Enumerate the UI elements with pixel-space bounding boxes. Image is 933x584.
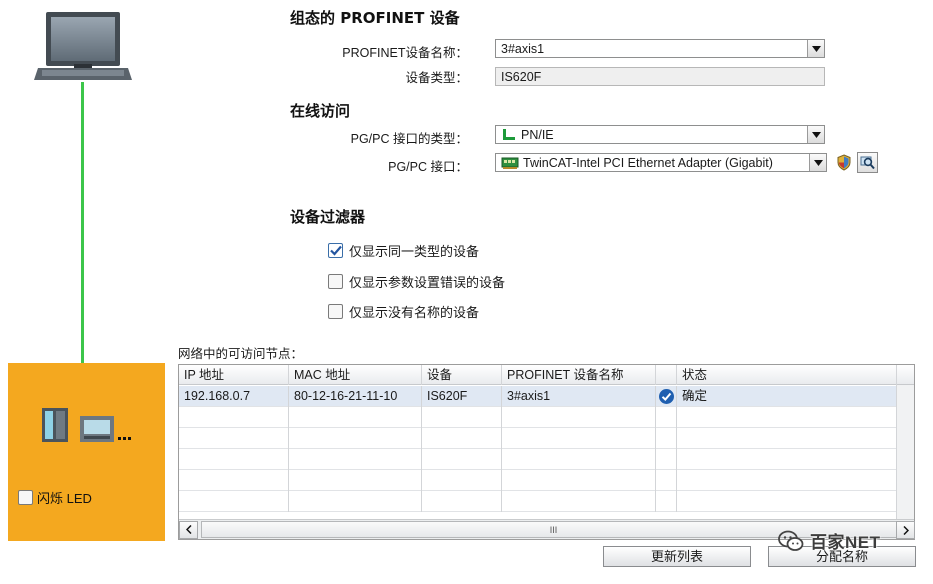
profinet-name-combo[interactable]: 3#axis1 xyxy=(495,39,825,58)
interface-label: PG/PC 接口： xyxy=(388,160,468,174)
vertical-scroll-strip xyxy=(896,385,914,521)
profinet-device-box[interactable]: 闪烁 LED xyxy=(8,363,165,541)
configured-device-title: 组态的 PROFINET 设备 xyxy=(290,9,460,27)
chevron-down-icon[interactable] xyxy=(809,154,826,171)
drive-device-icon xyxy=(42,408,131,442)
chevron-right-icon xyxy=(902,525,909,535)
checkmark-icon xyxy=(329,245,342,256)
filter-same-type-option[interactable]: 仅显示同一类型的设备 xyxy=(328,241,479,259)
topology-pane: 闪烁 LED xyxy=(4,0,165,584)
scroll-grip: III xyxy=(549,524,558,535)
filter-no-name-option[interactable]: 仅显示没有名称的设备 xyxy=(328,302,479,320)
filter-no-name-label: 仅显示没有名称的设备 xyxy=(349,304,480,320)
column-header-device[interactable]: 设备 xyxy=(422,365,502,385)
filter-same-type-checkbox[interactable] xyxy=(328,242,343,258)
accessible-nodes-table: IP 地址 MAC 地址 设备 PROFINET 设备名称 状态 192.168… xyxy=(178,364,915,540)
chevron-down-icon[interactable] xyxy=(807,40,824,57)
status-ok-icon xyxy=(659,389,674,404)
chevron-down-icon[interactable] xyxy=(807,126,824,143)
table-row xyxy=(179,407,914,428)
accessible-nodes-label: 网络中的可访问节点： xyxy=(178,347,304,361)
filter-param-error-checkbox[interactable] xyxy=(328,273,343,289)
watermark: 百家NET xyxy=(778,528,881,553)
filter-no-name-checkbox[interactable] xyxy=(328,303,343,319)
filter-same-type-label: 仅显示同一类型的设备 xyxy=(349,243,480,259)
wechat-icon xyxy=(778,530,804,551)
column-header-ip[interactable]: IP 地址 xyxy=(179,365,289,385)
flash-led-checkbox[interactable] xyxy=(18,489,33,505)
flash-led-label: 闪烁 LED xyxy=(37,490,92,506)
table-row xyxy=(179,491,914,512)
device-filter-title: 设备过滤器 xyxy=(290,208,366,226)
filter-param-error-label: 仅显示参数设置错误的设备 xyxy=(349,274,506,290)
cell-profinet-name: 3#axis1 xyxy=(502,386,656,407)
cell-device: IS620F xyxy=(422,386,502,407)
pc-station-icon[interactable] xyxy=(34,8,132,84)
column-header-profinet-name[interactable]: PROFINET 设备名称 xyxy=(502,365,656,385)
cell-ip: 192.168.0.7 xyxy=(179,386,289,407)
interface-properties-button[interactable] xyxy=(835,153,853,171)
device-type-label: 设备类型： xyxy=(405,71,468,85)
flash-led-option[interactable]: 闪烁 LED xyxy=(18,488,92,506)
interface-type-combo[interactable]: PN/IE xyxy=(495,125,825,144)
network-adapter-icon xyxy=(501,157,519,169)
interface-type-value: PN/IE xyxy=(521,127,554,142)
search-devices-button[interactable] xyxy=(857,152,878,173)
table-row[interactable]: 192.168.0.7 80-12-16-21-11-10 IS620F 3#a… xyxy=(179,386,914,407)
scroll-right-button[interactable] xyxy=(896,521,915,539)
interface-type-label: PG/PC 接口的类型： xyxy=(350,132,468,146)
search-icon xyxy=(860,156,875,170)
watermark-text: 百家NET xyxy=(810,533,881,552)
table-row xyxy=(179,428,914,449)
online-access-title: 在线访问 xyxy=(290,102,351,120)
shield-icon xyxy=(837,153,851,171)
interface-value: TwinCAT-Intel PCI Ethernet Adapter (Giga… xyxy=(523,155,773,170)
profinet-name-value: 3#axis1 xyxy=(501,41,545,56)
cell-status: 确定 xyxy=(677,386,897,407)
device-type-field: IS620F xyxy=(495,67,825,86)
interface-combo[interactable]: TwinCAT-Intel PCI Ethernet Adapter (Giga… xyxy=(495,153,827,172)
filter-param-error-option[interactable]: 仅显示参数设置错误的设备 xyxy=(328,272,505,290)
ethernet-plug-icon xyxy=(503,128,515,140)
refresh-list-button[interactable]: 更新列表 xyxy=(603,546,751,567)
table-header: IP 地址 MAC 地址 设备 PROFINET 设备名称 状态 xyxy=(179,365,914,385)
chevron-left-icon xyxy=(185,525,192,534)
column-header-status[interactable]: 状态 xyxy=(677,365,897,385)
scroll-left-button[interactable] xyxy=(179,520,198,539)
table-row xyxy=(179,470,914,491)
profinet-name-label: PROFINET设备名称： xyxy=(342,46,468,60)
column-header-mac[interactable]: MAC 地址 xyxy=(289,365,422,385)
table-row xyxy=(179,449,914,470)
cell-mac: 80-12-16-21-11-10 xyxy=(289,386,422,407)
